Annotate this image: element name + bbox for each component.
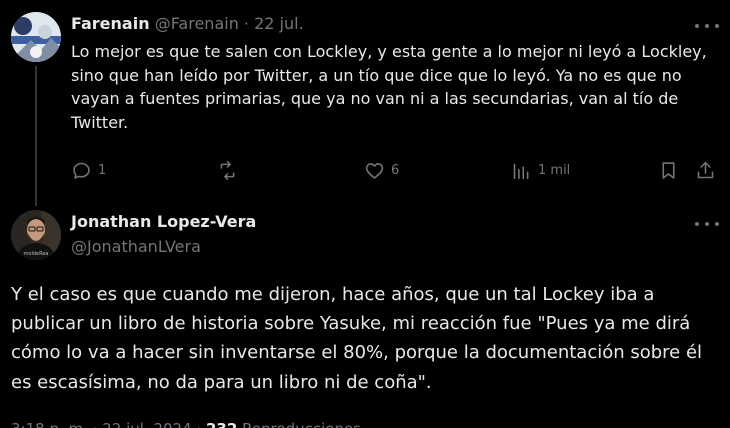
- tweet-text: Y el caso es que cuando me dijeron, hace…: [11, 284, 703, 393]
- like-icon: [365, 162, 384, 179]
- reply-icon: [73, 162, 90, 179]
- like-count: 6: [391, 162, 400, 178]
- reply-count: 1: [98, 162, 107, 178]
- reply-button[interactable]: 1: [71, 158, 106, 182]
- repost-icon: [220, 160, 235, 180]
- views-count: 1 mil: [538, 162, 571, 178]
- views-button[interactable]: 1 mil: [511, 158, 570, 182]
- author-name[interactable]: Farenain: [71, 14, 150, 33]
- tweet-time[interactable]: 3:18 p. m.: [11, 420, 88, 428]
- bookmark-icon: [662, 161, 675, 179]
- more-icon[interactable]: [695, 16, 719, 36]
- more-icon[interactable]: [695, 214, 719, 234]
- tweet-date[interactable]: 22 jul.: [254, 14, 304, 33]
- tweet-meta: 3:18 p. m. · 22 jul. 2024 · 232 Reproduc…: [11, 420, 361, 428]
- avatar[interactable]: [11, 12, 61, 62]
- author-handle[interactable]: @JonathanLVera: [71, 237, 201, 256]
- tweet-date[interactable]: 22 jul. 2024: [102, 420, 191, 428]
- like-button[interactable]: 6: [364, 158, 399, 182]
- views-icon: [513, 163, 529, 179]
- avatar-shirt-text: moldeRea: [24, 251, 49, 257]
- reply-tweet[interactable]: Farenain @Farenain · 22 jul. Lo mejor es…: [0, 0, 730, 200]
- avatar[interactable]: moldeRea: [11, 210, 61, 260]
- bookmark-button[interactable]: [658, 158, 679, 182]
- views-label: Reproducciones: [242, 420, 361, 428]
- author-handle[interactable]: @Farenain: [155, 14, 239, 33]
- repost-button[interactable]: [217, 158, 244, 182]
- tweet-text: Lo mejor es que te salen con Lockley, y …: [71, 42, 707, 132]
- author-name[interactable]: Jonathan Lopez-Vera: [71, 212, 256, 231]
- share-icon: [697, 161, 714, 178]
- tweet-header: Farenain @Farenain · 22 jul.: [71, 14, 304, 33]
- views-count: 232: [206, 420, 237, 428]
- separator: ·: [243, 14, 250, 33]
- tweet-actions: 1 6 1 mil: [71, 158, 721, 182]
- share-button[interactable]: [695, 158, 716, 182]
